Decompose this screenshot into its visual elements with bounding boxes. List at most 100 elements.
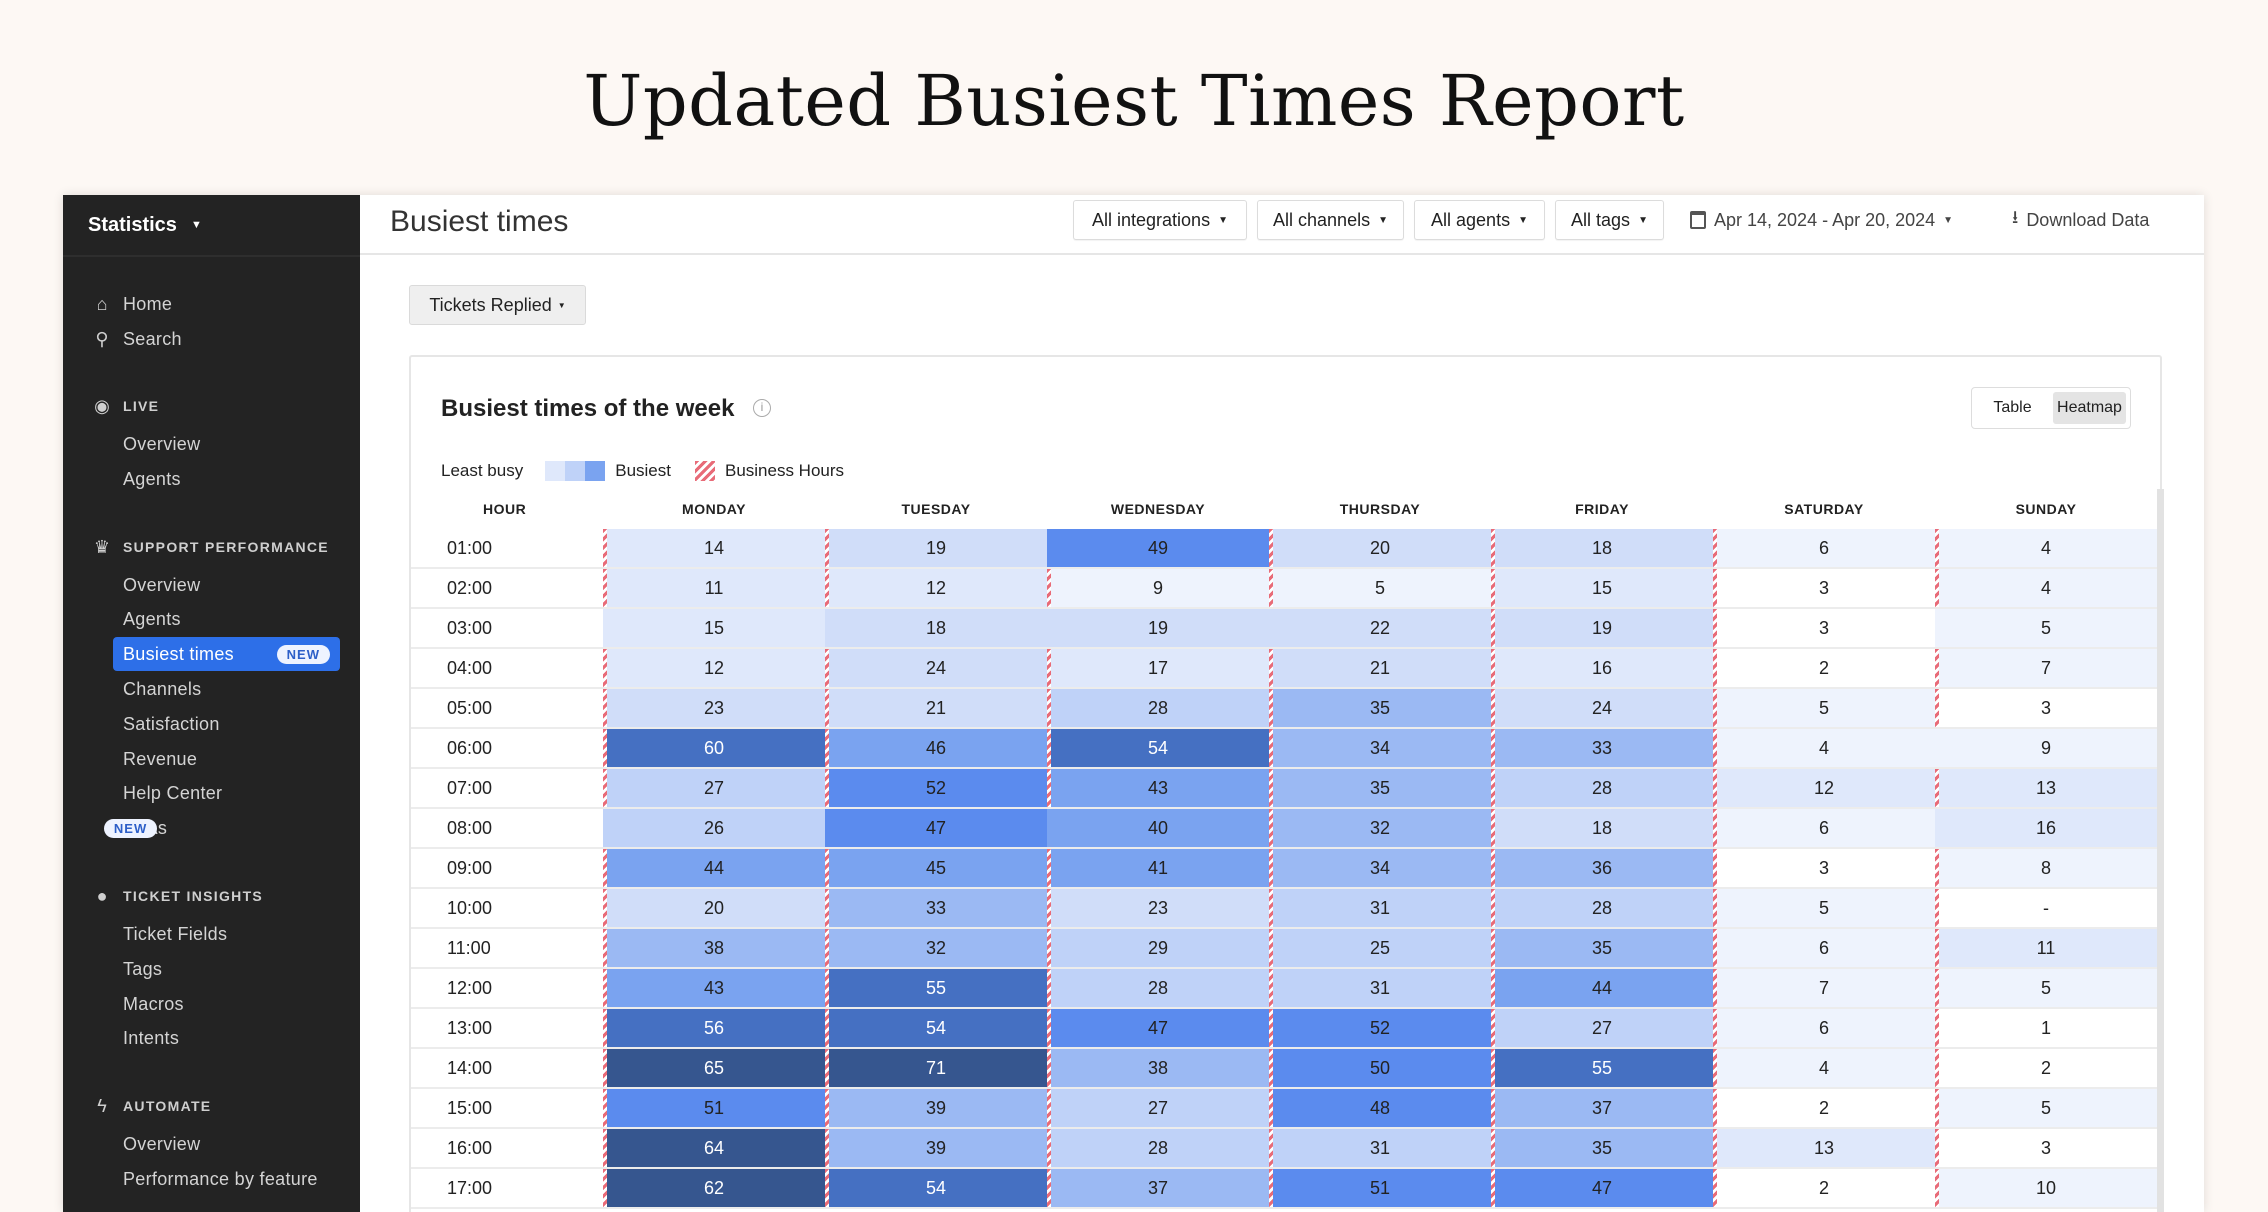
heatmap-cell[interactable]: 2 [1713, 1169, 1935, 1207]
heatmap-view-button[interactable]: Heatmap [2053, 392, 2126, 424]
sidebar-item-intents[interactable]: Intents [123, 1021, 179, 1055]
heatmap-cell[interactable]: 28 [1491, 889, 1713, 927]
heatmap-cell[interactable]: 18 [1491, 529, 1713, 567]
heatmap-cell[interactable]: 43 [603, 969, 825, 1007]
heatmap-cell[interactable]: 51 [1269, 1169, 1491, 1207]
heatmap-cell[interactable]: 15 [1491, 569, 1713, 607]
heatmap-cell[interactable]: 24 [825, 649, 1047, 687]
sidebar-item-agents[interactable]: Agents [123, 462, 181, 496]
sidebar-item-slas[interactable]: SLAsNEW [103, 811, 167, 845]
heatmap-cell[interactable]: 27 [1047, 1089, 1269, 1127]
heatmap-cell[interactable]: 34 [1269, 849, 1491, 887]
heatmap-cell[interactable]: 35 [1491, 929, 1713, 967]
heatmap-cell[interactable]: 35 [1269, 769, 1491, 807]
heatmap-cell[interactable]: 47 [1491, 1169, 1713, 1207]
heatmap-cell[interactable]: 55 [825, 969, 1047, 1007]
heatmap-cell[interactable]: 5 [1935, 969, 2157, 1007]
sidebar-item-macros[interactable]: Macros [123, 987, 184, 1021]
heatmap-cell[interactable]: 35 [1491, 1129, 1713, 1167]
heatmap-cell[interactable]: 37 [1491, 1089, 1713, 1127]
heatmap-cell[interactable]: 43 [1047, 769, 1269, 807]
heatmap-cell[interactable]: 2 [1713, 1089, 1935, 1127]
heatmap-cell[interactable]: 37 [1047, 1169, 1269, 1207]
heatmap-cell[interactable]: 6 [1713, 809, 1935, 847]
heatmap-cell[interactable]: 2 [1935, 1049, 2157, 1087]
sidebar-item-overview[interactable]: Overview [123, 1127, 200, 1161]
metric-select[interactable]: Tickets Replied ▼ [409, 285, 586, 325]
heatmap-cell[interactable]: 1 [1935, 1009, 2157, 1047]
heatmap-cell[interactable]: 46 [825, 729, 1047, 767]
heatmap-cell[interactable]: 40 [1047, 809, 1269, 847]
heatmap-cell[interactable]: 71 [825, 1049, 1047, 1087]
heatmap-cell[interactable]: 44 [603, 849, 825, 887]
sidebar-item-busiest-times[interactable]: Busiest times NEW [113, 637, 340, 672]
date-range-picker[interactable]: Apr 14, 2024 - Apr 20, 2024 ▼ [1690, 200, 1953, 240]
heatmap-cell[interactable]: 28 [1047, 689, 1269, 727]
sidebar-item-satisfaction[interactable]: Satisfaction [123, 707, 220, 741]
sidebar-item-search[interactable]: Search [123, 322, 182, 356]
heatmap-cell[interactable]: 18 [825, 609, 1047, 647]
heatmap-cell[interactable]: 2 [1713, 649, 1935, 687]
heatmap-cell[interactable]: 17 [1047, 649, 1269, 687]
heatmap-cell[interactable]: 18 [1491, 809, 1713, 847]
heatmap-cell[interactable]: 3 [1935, 689, 2157, 727]
heatmap-cell[interactable]: 24 [1491, 689, 1713, 727]
heatmap-cell[interactable]: 5 [1935, 609, 2157, 647]
heatmap-cell[interactable]: 50 [1269, 1049, 1491, 1087]
heatmap-cell[interactable]: 12 [825, 569, 1047, 607]
sidebar-item-overview[interactable]: Overview [123, 427, 200, 461]
heatmap-cell[interactable]: 20 [1269, 529, 1491, 567]
heatmap-cell[interactable]: 54 [825, 1009, 1047, 1047]
heatmap-cell[interactable]: 3 [1713, 569, 1935, 607]
heatmap-cell[interactable]: 31 [1269, 889, 1491, 927]
heatmap-cell[interactable]: 12 [603, 649, 825, 687]
heatmap-cell[interactable]: 7 [1713, 969, 1935, 1007]
table-view-button[interactable]: Table [1976, 392, 2049, 424]
agents-filter[interactable]: All agents ▼ [1414, 200, 1545, 240]
heatmap-cell[interactable]: 23 [603, 689, 825, 727]
channels-filter[interactable]: All channels ▼ [1257, 200, 1404, 240]
heatmap-cell[interactable]: 6 [1713, 529, 1935, 567]
heatmap-cell[interactable]: 21 [825, 689, 1047, 727]
sidebar-item-overview[interactable]: Overview [123, 568, 200, 602]
heatmap-cell[interactable]: 5 [1713, 889, 1935, 927]
heatmap-cell[interactable]: 48 [1269, 1089, 1491, 1127]
heatmap-cell[interactable]: 28 [1491, 769, 1713, 807]
heatmap-cell[interactable]: 36 [1491, 849, 1713, 887]
sidebar-item-help-center[interactable]: Help Center [123, 776, 222, 810]
heatmap-cell[interactable]: 55 [1491, 1049, 1713, 1087]
heatmap-cell[interactable]: 33 [825, 889, 1047, 927]
heatmap-cell[interactable]: 39 [825, 1129, 1047, 1167]
heatmap-cell[interactable]: 27 [1491, 1009, 1713, 1047]
scrollbar[interactable] [2157, 489, 2164, 1212]
heatmap-cell[interactable]: 64 [603, 1129, 825, 1167]
heatmap-cell[interactable]: 7 [1935, 649, 2157, 687]
heatmap-cell[interactable]: 13 [1713, 1129, 1935, 1167]
heatmap-cell[interactable]: 54 [1047, 729, 1269, 767]
heatmap-cell[interactable]: 4 [1713, 729, 1935, 767]
heatmap-cell[interactable]: 56 [603, 1009, 825, 1047]
heatmap-cell[interactable]: 4 [1935, 529, 2157, 567]
heatmap-cell[interactable]: 14 [603, 529, 825, 567]
sidebar-item-revenue[interactable]: Revenue [123, 742, 197, 776]
heatmap-cell[interactable]: 11 [1935, 929, 2157, 967]
heatmap-cell[interactable]: 21 [1269, 649, 1491, 687]
heatmap-cell[interactable]: 41 [1047, 849, 1269, 887]
heatmap-cell[interactable]: 28 [1047, 969, 1269, 1007]
heatmap-cell[interactable]: 32 [1269, 809, 1491, 847]
heatmap-cell[interactable]: 6 [1713, 929, 1935, 967]
heatmap-cell[interactable]: 16 [1491, 649, 1713, 687]
heatmap-cell[interactable]: 5 [1713, 689, 1935, 727]
heatmap-cell[interactable]: 47 [825, 809, 1047, 847]
statistics-menu[interactable]: Statistics ▼ [63, 195, 360, 257]
heatmap-cell[interactable]: 11 [603, 569, 825, 607]
heatmap-cell[interactable]: 34 [1269, 729, 1491, 767]
heatmap-cell[interactable]: 10 [1935, 1169, 2157, 1207]
heatmap-cell[interactable]: 47 [1047, 1009, 1269, 1047]
heatmap-cell[interactable]: 33 [1491, 729, 1713, 767]
info-icon[interactable]: i [753, 399, 771, 417]
heatmap-cell[interactable]: 65 [603, 1049, 825, 1087]
sidebar-item-performance-by-feature[interactable]: Performance by feature [123, 1162, 318, 1196]
sidebar-item-home[interactable]: Home [123, 287, 172, 321]
heatmap-cell[interactable]: - [1935, 889, 2157, 927]
